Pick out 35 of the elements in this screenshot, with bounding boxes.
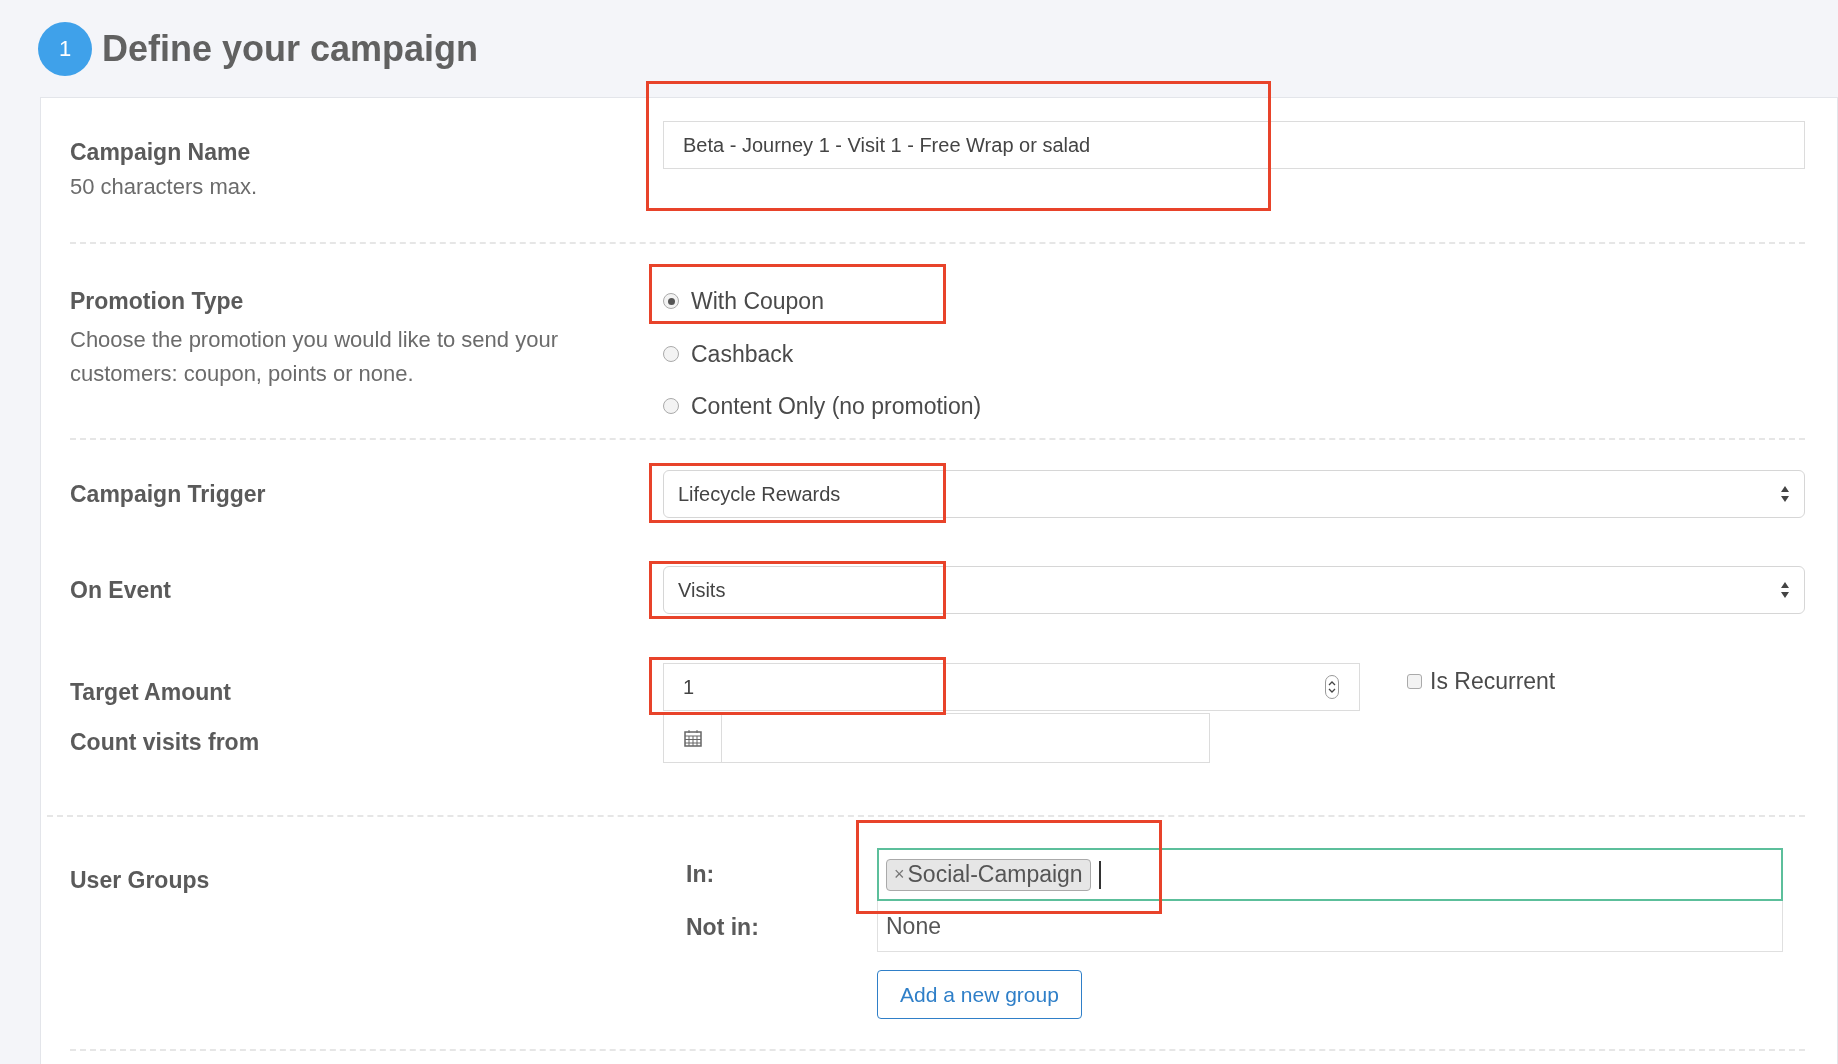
radio-label: With Coupon (691, 287, 824, 316)
field-label: On Event (70, 575, 172, 605)
groups-tag-input[interactable]: ×Social-Campaign (877, 848, 1783, 901)
campaign-name-input[interactable]: Beta - Journey 1 - Visit 1 - Free Wrap or salad (663, 121, 1805, 169)
radio-button[interactable] (663, 345, 679, 362)
radio-button[interactable] (663, 293, 679, 310)
field-hint: 50 characters max. (70, 172, 259, 201)
group-tag: ×Social-Campaign (886, 858, 1091, 891)
section-title: Define your campaign (102, 26, 479, 71)
field-label: Campaign Trigger (70, 479, 267, 509)
radio-button[interactable] (663, 398, 679, 415)
field-label: Campaign Name (70, 138, 252, 167)
groups-exclude-input[interactable]: None (877, 901, 1783, 952)
text-cursor (1098, 860, 1101, 889)
checkbox[interactable] (1407, 673, 1422, 689)
remove-tag-button[interactable]: × (894, 861, 905, 888)
radio-label: Cashback (691, 339, 794, 369)
add-group-button[interactable]: Add a new group (877, 970, 1082, 1019)
field-label: Not in: (686, 913, 760, 943)
target-amount-input[interactable]: 1 (663, 663, 1360, 711)
select-arrows-icon (1780, 581, 1790, 599)
select-arrows-icon (1780, 485, 1790, 503)
field-label: Count visits from (70, 728, 261, 757)
field-label: User Groups (70, 866, 211, 895)
checkbox-label: Is Recurrent (1430, 666, 1556, 696)
field-label: In: (686, 860, 716, 890)
step-badge: 1 (38, 21, 92, 76)
calendar-icon (683, 729, 702, 747)
radio-label: Content Only (no promotion) (691, 392, 982, 421)
trigger-select[interactable]: Lifecycle Rewards (663, 470, 1805, 518)
field-label: Promotion Type (70, 287, 245, 316)
event-select[interactable]: Visits (663, 566, 1805, 614)
date-input[interactable] (663, 713, 1210, 763)
field-description: Choose the promotion you would like to send your customers: coupon, points or none. (70, 325, 559, 388)
field-label: Target Amount (70, 678, 232, 707)
